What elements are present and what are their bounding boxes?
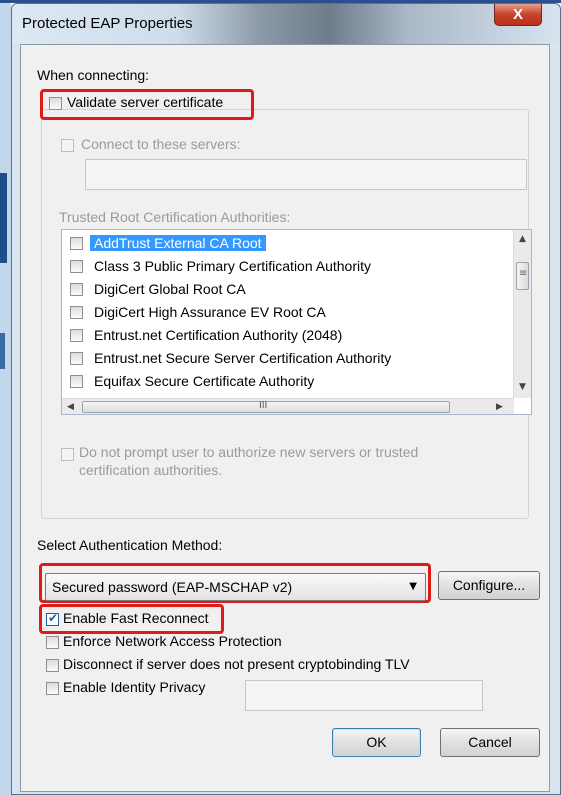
background-window-band [0, 333, 5, 369]
trusted-root-label: Trusted Root Certification Authorities: [59, 209, 291, 225]
thumb-grip-icon: ≡ [519, 268, 528, 279]
vertical-scroll-thumb[interactable]: ≡ [516, 262, 529, 290]
background-window-edge [0, 3, 11, 795]
horizontal-scrollbar[interactable]: ◀ III ▶ [62, 398, 514, 414]
trusted-root-list[interactable]: AddTrust External CA Root Class 3 Public… [61, 229, 532, 415]
vertical-scrollbar[interactable]: ▲ ≡ ▼ [513, 230, 531, 398]
authority-name: AddTrust External CA Root [90, 235, 266, 251]
authority-checkbox[interactable] [70, 329, 83, 342]
chevron-down-icon: ▼ [409, 581, 417, 592]
authority-name: Entrust.net Certification Authority (204… [94, 327, 343, 343]
dialog-body: When connecting: Validate server certifi… [20, 44, 550, 792]
background-window-band [0, 173, 7, 263]
thumb-grip-icon: III [259, 400, 268, 411]
cancel-button[interactable]: Cancel [440, 728, 540, 757]
connect-to-servers-checkbox[interactable] [61, 139, 74, 152]
authority-checkbox[interactable] [70, 352, 83, 365]
scroll-left-icon[interactable]: ◀ [67, 402, 74, 412]
validate-server-certificate-checkbox[interactable] [49, 97, 62, 110]
enforce-nap-checkbox[interactable] [46, 636, 59, 649]
scroll-right-icon[interactable]: ▶ [496, 402, 503, 412]
enforce-nap-label: Enforce Network Access Protection [63, 633, 282, 649]
authority-checkbox[interactable] [70, 306, 83, 319]
authority-name: Equifax Secure Certificate Authority [94, 373, 315, 389]
do-not-prompt-checkbox[interactable] [61, 448, 74, 461]
list-item[interactable]: Entrust.net Certification Authority (204… [62, 325, 502, 347]
list-item[interactable]: DigiCert Global Root CA [62, 279, 502, 301]
list-item[interactable]: Class 3 Public Primary Certification Aut… [62, 256, 502, 278]
do-not-prompt-label: Do not prompt user to authorize new serv… [79, 444, 419, 460]
authority-name: DigiCert Global Root CA [94, 281, 246, 297]
disconnect-cryptobinding-checkbox[interactable] [46, 659, 59, 672]
enable-fast-reconnect-checkbox[interactable] [46, 611, 59, 626]
scroll-down-icon[interactable]: ▼ [519, 382, 526, 392]
auth-method-value: Secured password (EAP-MSCHAP v2) [52, 579, 293, 595]
authority-name: Entrust.net Secure Server Certification … [94, 350, 392, 366]
scroll-up-icon[interactable]: ▲ [519, 234, 526, 244]
list-item[interactable]: AddTrust External CA Root [62, 233, 502, 255]
configure-button[interactable]: Configure... [438, 571, 540, 600]
identity-privacy-input[interactable] [245, 680, 483, 711]
close-icon: X [512, 6, 523, 23]
title-bar[interactable]: Protected EAP Properties X [12, 4, 560, 44]
enable-identity-privacy-label: Enable Identity Privacy [63, 679, 206, 695]
authority-name: Class 3 Public Primary Certification Aut… [94, 258, 371, 274]
horizontal-scroll-thumb[interactable]: III [82, 400, 450, 413]
servers-input[interactable] [85, 159, 527, 190]
close-button[interactable]: X [494, 4, 542, 26]
connect-to-servers-label: Connect to these servers: [81, 136, 241, 152]
do-not-prompt-label-continued: certification authorities. [79, 462, 223, 478]
dialog-title: Protected EAP Properties [22, 15, 193, 32]
list-item[interactable]: Equifax Secure Certificate Authority [62, 371, 502, 393]
ok-button[interactable]: OK [332, 728, 421, 757]
list-item[interactable]: Entrust.net Secure Server Certification … [62, 348, 502, 370]
auth-method-label: Select Authentication Method: [37, 537, 223, 553]
authority-name: DigiCert High Assurance EV Root CA [94, 304, 326, 320]
enable-fast-reconnect-label: Enable Fast Reconnect [63, 610, 209, 626]
authority-checkbox[interactable] [70, 283, 83, 296]
authority-checkbox[interactable] [70, 237, 83, 250]
dialog-window: Protected EAP Properties X When connecti… [11, 3, 561, 795]
validate-server-certificate-label: Validate server certificate [67, 94, 224, 110]
authority-checkbox[interactable] [70, 375, 83, 388]
auth-method-select[interactable]: Secured password (EAP-MSCHAP v2) ▼ [45, 573, 426, 601]
enable-identity-privacy-checkbox[interactable] [46, 682, 59, 695]
disconnect-cryptobinding-label: Disconnect if server does not present cr… [63, 656, 410, 672]
when-connecting-label: When connecting: [37, 67, 150, 83]
authority-checkbox[interactable] [70, 260, 83, 273]
list-item[interactable]: DigiCert High Assurance EV Root CA [62, 302, 502, 324]
